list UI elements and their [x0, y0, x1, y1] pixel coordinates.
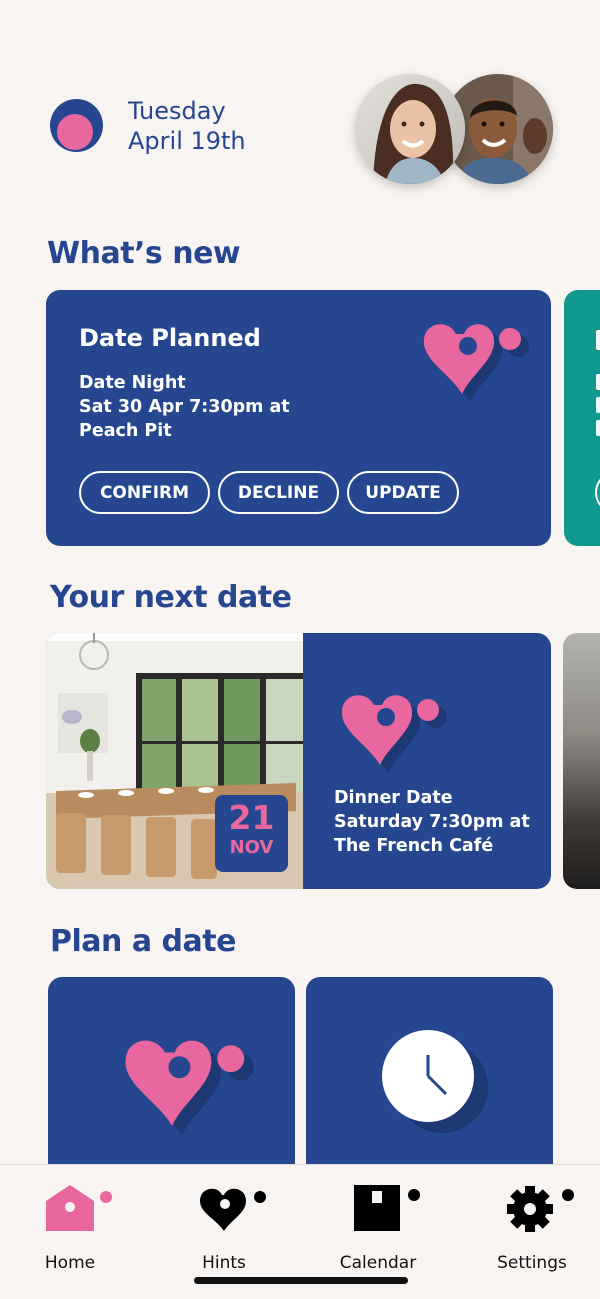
section-title-whats-new: What’s new [47, 236, 241, 271]
tab-label-calendar: Calendar [339, 1253, 417, 1273]
heart-location-icon [341, 695, 447, 773]
card-title: Date Planned [79, 324, 261, 352]
card-detail-line: Date Night [79, 373, 186, 393]
confirm-button[interactable]: CONFIRM [79, 471, 210, 514]
update-button[interactable]: UPDATE [347, 471, 459, 514]
next-date-details: Dinner Date Saturday 7:30pm at The Frenc… [334, 786, 530, 858]
next-date-card[interactable]: 21 NOV Dinner Date Saturday 7:30pm at Th… [46, 633, 551, 889]
clock-icon [382, 1030, 488, 1133]
tab-label-settings: Settings [497, 1253, 567, 1273]
heart-icon [200, 1188, 266, 1231]
header-date: Tuesday April 19th [128, 96, 246, 156]
card-detail-line: Sat 30 Apr 7:30pm at [79, 397, 290, 417]
gear-icon [507, 1186, 574, 1232]
badge-day: 21 [228, 798, 275, 837]
tab-hints[interactable]: Hints [164, 1177, 284, 1273]
couple-avatars[interactable] [355, 74, 555, 186]
home-icon [46, 1185, 112, 1231]
next-date-line: The French Café [334, 836, 494, 856]
home-indicator[interactable] [194, 1277, 408, 1284]
tab-label-hints: Hints [202, 1253, 246, 1273]
tab-home[interactable]: Home [10, 1177, 130, 1273]
avatar-partner-one[interactable] [355, 74, 465, 184]
decline-button[interactable]: DECLINE [218, 471, 339, 514]
tab-calendar[interactable]: Calendar [318, 1177, 438, 1273]
next-whats-new-card[interactable] [564, 290, 600, 546]
heart-location-icon [423, 324, 529, 402]
plan-date-time-card[interactable] [306, 977, 553, 1177]
section-title-plan-date: Plan a date [50, 924, 236, 959]
next-date-line: Saturday 7:30pm at [334, 812, 530, 832]
badge-month: NOV [229, 837, 274, 858]
section-title-next-date: Your next date [50, 580, 292, 615]
tab-settings[interactable]: Settings [472, 1177, 592, 1273]
header-weekday: Tuesday [128, 97, 226, 125]
next-date-line: Dinner Date [334, 788, 453, 808]
home-screen: Tuesday April 19th What’s new Date Plann… [0, 0, 600, 1299]
card-details: Date Night Sat 30 Apr 7:30pm at Peach Pi… [79, 371, 290, 443]
app-logo [50, 99, 103, 152]
date-badge: 21 NOV [215, 795, 288, 872]
next-date-card-peek[interactable] [563, 633, 600, 889]
heart-location-icon [125, 1040, 254, 1136]
plan-date-location-card[interactable] [48, 977, 295, 1177]
calendar-icon [354, 1185, 420, 1231]
tab-label-home: Home [44, 1253, 96, 1273]
header-full-date: April 19th [128, 127, 246, 155]
date-planned-card[interactable]: Date Planned Date Night Sat 30 Apr 7:30p… [46, 290, 551, 546]
card-detail-line: Peach Pit [79, 421, 172, 441]
